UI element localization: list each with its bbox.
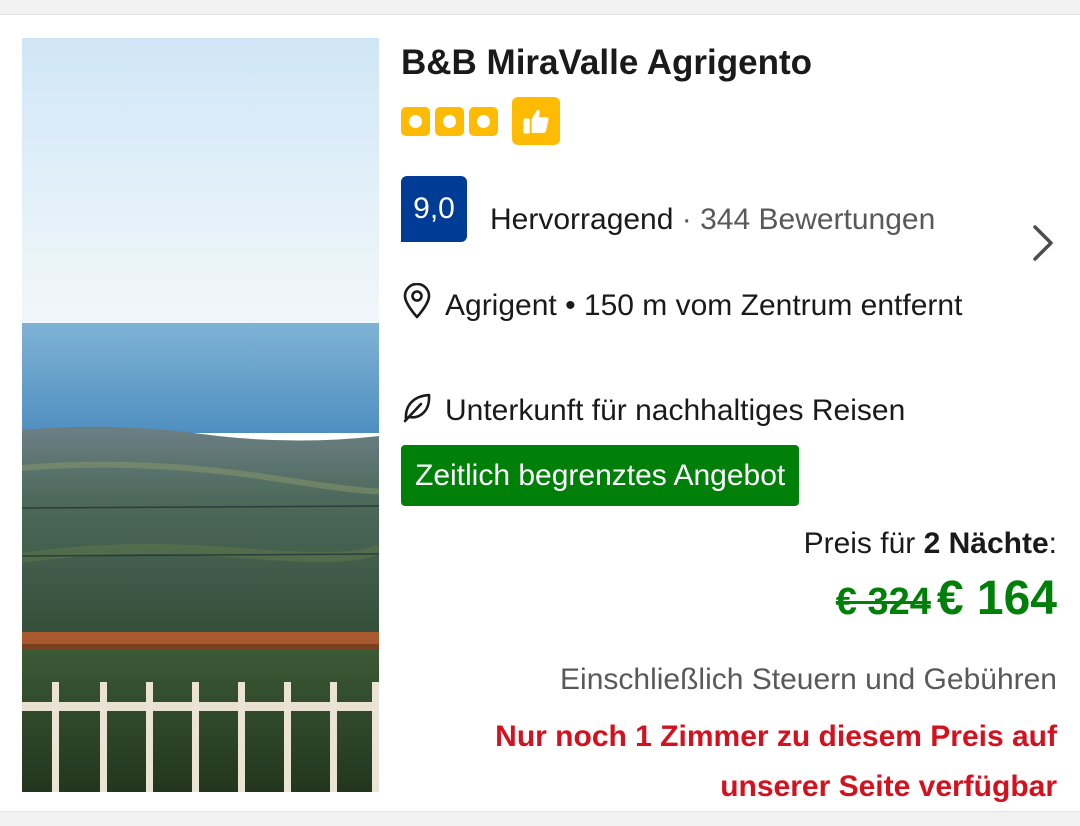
price-label-suffix: : <box>1048 527 1057 560</box>
star-square-icon <box>435 106 464 136</box>
location-text[interactable]: Agrigent • 150 m vom Zentrum entfernt <box>445 281 965 331</box>
scarcity-message: Nur noch 1 Zimmer zu diesem Preis auf un… <box>495 720 1057 803</box>
price-display: € 324 € 164 <box>836 571 1057 626</box>
review-separator: · <box>673 203 701 236</box>
review-count: 344 Bewertungen <box>700 203 936 236</box>
star-square-icon <box>401 106 430 136</box>
property-title[interactable]: B&B MiraValle Agrigento <box>401 43 812 83</box>
location-row: Agrigent • 150 m vom Zentrum entfernt <box>401 281 965 331</box>
balcony-view-image <box>22 38 379 792</box>
original-price: € 324 <box>835 581 931 623</box>
price-label-nights: 2 Nächte <box>923 527 1049 560</box>
price-label-prefix: Preis für <box>803 527 924 560</box>
star-rating <box>401 97 560 145</box>
sustainability-text: Unterkunft für nachhaltiges Reisen <box>445 394 906 427</box>
leaf-icon <box>401 388 433 424</box>
thumbs-up-icon[interactable] <box>512 97 560 145</box>
chevron-right-icon[interactable] <box>1021 221 1065 265</box>
property-card[interactable]: B&B MiraValle Agrigento 9,0 Hervorragend… <box>0 14 1080 812</box>
limited-offer-badge: Zeitlich begrenztes Angebot <box>401 445 800 506</box>
review-word: Hervorragend <box>490 203 674 236</box>
map-pin-icon <box>401 282 433 319</box>
sustainability-row: Unterkunft für nachhaltiges Reisen <box>401 386 965 436</box>
property-photo[interactable] <box>22 38 379 792</box>
review-summary[interactable]: Hervorragend · 344 Bewertungen <box>490 203 935 237</box>
discounted-price: € 164 <box>936 572 1057 625</box>
review-score-badge[interactable]: 9,0 <box>401 176 467 242</box>
property-info: B&B MiraValle Agrigento 9,0 Hervorragend… <box>401 15 1061 813</box>
price-label: Preis für 2 Nächte: <box>804 527 1057 561</box>
star-square-icon <box>469 106 498 136</box>
taxes-note: Einschließlich Steuern und Gebühren <box>560 663 1057 696</box>
